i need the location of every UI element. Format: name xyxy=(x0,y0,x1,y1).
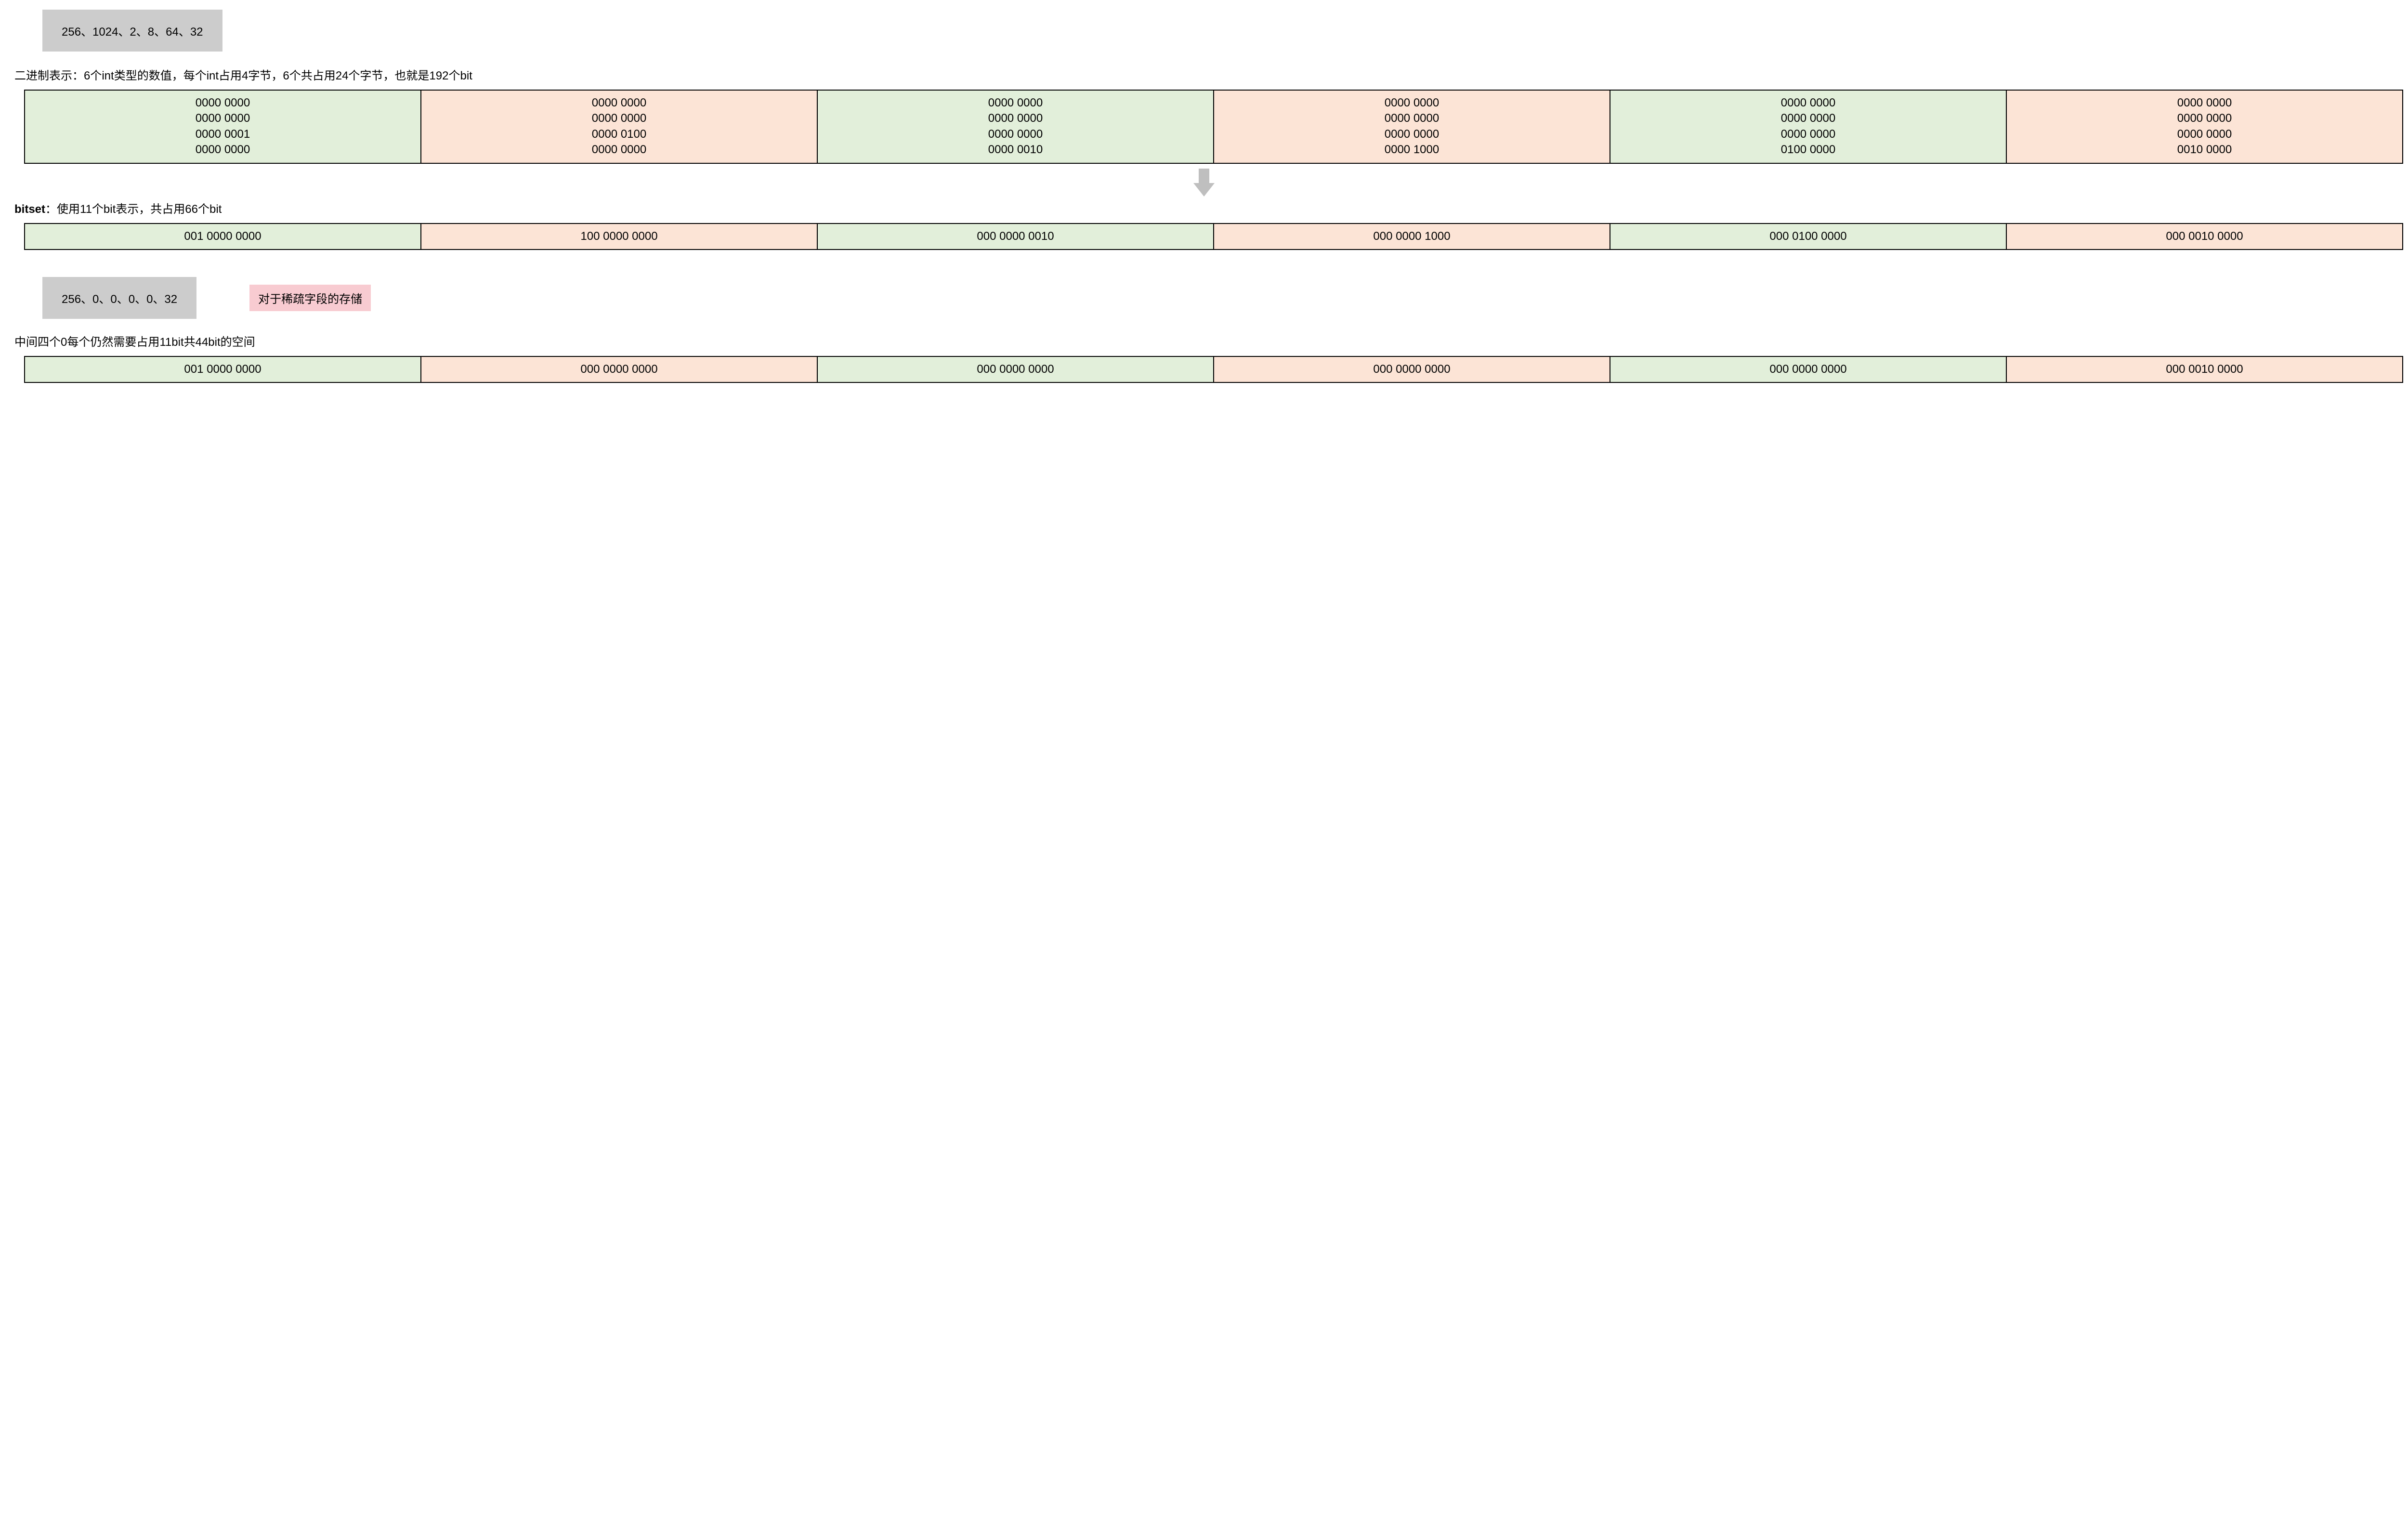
bitset-cell: 000 0000 1000 xyxy=(1213,223,1610,250)
bitset-cell: 000 0000 0000 xyxy=(817,356,1214,383)
int32-cell: 0000 0000 0000 0000 0000 0000 0010 0000 xyxy=(2006,90,2403,164)
int32-cell: 0000 0000 0000 0000 0000 0000 0000 0010 xyxy=(817,90,1214,164)
arrow-down-icon xyxy=(14,169,2394,197)
int32-cell: 0000 0000 0000 0000 0000 0100 0000 0000 xyxy=(420,90,818,164)
bitset-cell: 100 0000 0000 xyxy=(420,223,818,250)
bitset-caption-prefix: bitset xyxy=(14,203,45,216)
int32-cell: 0000 0000 0000 0000 0000 0000 0100 0000 xyxy=(1610,90,2007,164)
bitset-table-1: 001 0000 0000 100 0000 0000 000 0000 001… xyxy=(24,223,2403,250)
input-numbers-2: 256、0、0、0、0、32 xyxy=(62,293,177,306)
input-numbers-box-1: 256、1024、2、8、64、32 xyxy=(42,10,222,52)
bitset-cell: 000 0000 0010 xyxy=(817,223,1214,250)
int32-cell: 0000 0000 0000 0000 0000 0001 0000 0000 xyxy=(24,90,421,164)
bitset-cell: 000 0100 0000 xyxy=(1610,223,2007,250)
bitset-caption-rest: ：使用11个bit表示，共占用66个bit xyxy=(45,203,222,216)
input-numbers-1: 256、1024、2、8、64、32 xyxy=(62,26,203,39)
bitset-cell: 000 0010 0000 xyxy=(2006,356,2403,383)
bitset-cell: 001 0000 0000 xyxy=(24,223,421,250)
bitset-cell: 000 0000 0000 xyxy=(1213,356,1610,383)
bitset-cell: 001 0000 0000 xyxy=(24,356,421,383)
bitset-caption: bitset：使用11个bit表示，共占用66个bit xyxy=(14,199,2394,216)
bitset-cell: 000 0010 0000 xyxy=(2006,223,2403,250)
int32-table: 0000 0000 0000 0000 0000 0001 0000 0000 … xyxy=(24,90,2403,164)
bitset-table-2: 001 0000 0000 000 0000 0000 000 0000 000… xyxy=(24,356,2403,383)
input-numbers-box-2: 256、0、0、0、0、32 xyxy=(42,277,196,319)
bitset-cell: 000 0000 0000 xyxy=(420,356,818,383)
int32-cell: 0000 0000 0000 0000 0000 0000 0000 1000 xyxy=(1213,90,1610,164)
sparse-caption: 中间四个0每个仍然需要占用11bit共44bit的空间 xyxy=(14,332,2394,349)
binary-caption: 二进制表示：6个int类型的数值，每个int占用4字节，6个共占用24个字节，也… xyxy=(14,66,2394,83)
bitset-cell: 000 0000 0000 xyxy=(1610,356,2007,383)
sparse-note: 对于稀疏字段的存储 xyxy=(258,293,362,306)
sparse-note-box: 对于稀疏字段的存储 xyxy=(249,285,371,311)
